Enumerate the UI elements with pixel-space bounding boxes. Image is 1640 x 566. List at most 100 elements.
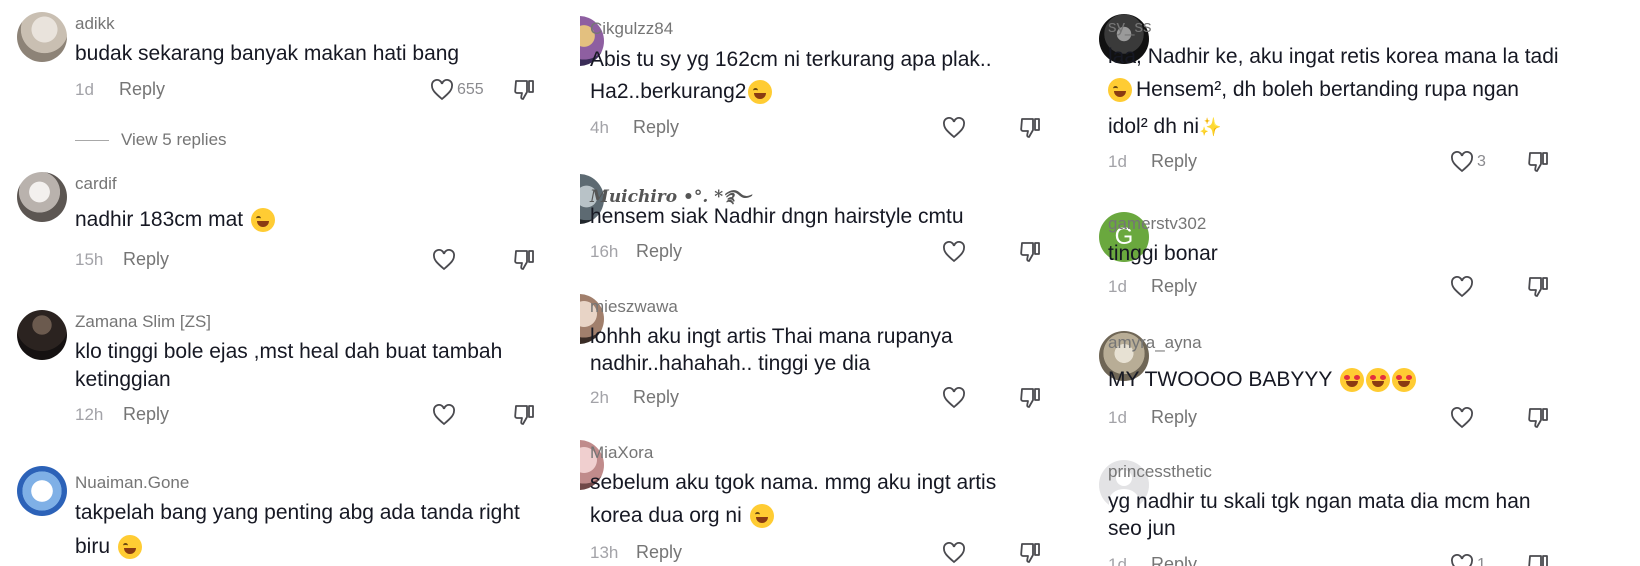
reply-button[interactable]: Reply bbox=[1151, 151, 1197, 172]
dislike-button[interactable] bbox=[1018, 541, 1042, 565]
like-button[interactable] bbox=[432, 403, 456, 427]
dislike-button[interactable] bbox=[1526, 150, 1550, 174]
comments-screenshot: adikk budak sekarang banyak makan hati b… bbox=[0, 0, 1640, 566]
comment-text-line-2: Hensem², dh boleh bertanding rupa ngan bbox=[1108, 78, 1519, 103]
avatar[interactable] bbox=[17, 466, 67, 516]
like-button[interactable] bbox=[1450, 406, 1474, 430]
comment-time: 2h bbox=[590, 388, 609, 407]
face-with-tears-of-joy-icon bbox=[748, 80, 773, 105]
comment-text-line-2: ketinggian bbox=[75, 368, 171, 391]
heart-outline-icon bbox=[433, 404, 455, 426]
comment: Cikgulzz84 Abis tu sy yg 162cm ni terkur… bbox=[580, 16, 1090, 146]
dislike-button[interactable] bbox=[1526, 406, 1550, 430]
comment-username[interactable]: gamerstv302 bbox=[1108, 214, 1206, 234]
comment-time: 1d bbox=[1108, 408, 1127, 427]
reply-button[interactable]: Reply bbox=[636, 241, 682, 262]
reply-button[interactable]: Reply bbox=[119, 79, 165, 100]
comment-text-line-1: lohhh aku ingt artis Thai mana rupanya bbox=[590, 325, 953, 348]
comment-text: tinggi bonar bbox=[1108, 242, 1218, 265]
comment-meta: 1d Reply 3 bbox=[1108, 150, 1548, 174]
comment-username[interactable]: mieszwawa bbox=[590, 297, 678, 317]
comment-meta: 1d Reply 655 bbox=[75, 78, 535, 102]
dislike-button[interactable] bbox=[512, 248, 536, 272]
heart-eyes-emoji-icon bbox=[1365, 368, 1390, 393]
comment-time: 4h bbox=[590, 118, 609, 137]
view-replies-label: View 5 replies bbox=[121, 130, 227, 149]
comment-meta: 13h Reply bbox=[590, 541, 1040, 565]
reply-button[interactable]: Reply bbox=[633, 117, 679, 138]
comment-username[interactable]: amyra_ayna bbox=[1108, 333, 1202, 353]
rolling-on-floor-laughing-icon bbox=[1108, 78, 1132, 103]
comment-text: MY TWOOOO BABYYY bbox=[1108, 368, 1416, 393]
comment-username[interactable]: cardif bbox=[75, 174, 117, 194]
comment-time: 13h bbox=[590, 543, 619, 562]
comment-time: 16h bbox=[590, 242, 619, 261]
reply-button[interactable]: Reply bbox=[123, 249, 169, 270]
comment-meta: 1d Reply 1 bbox=[1108, 553, 1548, 566]
like-button[interactable]: 1 bbox=[1450, 553, 1486, 566]
comment-text-line-1: laa, Nadhir ke, aku ingat retis korea ma… bbox=[1108, 45, 1559, 68]
avatar[interactable] bbox=[17, 172, 67, 222]
dislike-button[interactable] bbox=[1018, 240, 1042, 264]
dislike-button[interactable] bbox=[1018, 116, 1042, 140]
heart-eyes-emoji-icon bbox=[1391, 368, 1416, 393]
dislike-button[interactable] bbox=[512, 78, 536, 102]
comment-text-line-1: sebelum aku tgok nama. mmg aku ingt arti… bbox=[590, 471, 997, 494]
heart-outline-icon bbox=[1451, 151, 1473, 173]
like-button[interactable] bbox=[942, 116, 966, 140]
like-button[interactable]: 655 bbox=[430, 78, 484, 102]
comment: 𝑴𝒖𝒊𝒄𝒉𝒊𝒓𝒐 •°. *࿐ hensem siak Nadhir dngn … bbox=[580, 174, 1090, 274]
thumbs-down-icon bbox=[1020, 242, 1040, 262]
reply-button[interactable]: Reply bbox=[1151, 407, 1197, 428]
comment-username[interactable]: MiaXora bbox=[590, 443, 653, 463]
comment: princessthetic yg nadhir tu skali tgk ng… bbox=[1098, 460, 1640, 566]
view-replies-button[interactable]: View 5 replies bbox=[75, 130, 227, 150]
like-button[interactable]: 3 bbox=[1450, 150, 1486, 174]
like-button[interactable] bbox=[432, 248, 456, 272]
reply-button[interactable]: Reply bbox=[1151, 554, 1197, 566]
avatar[interactable] bbox=[17, 310, 67, 360]
comment-username[interactable]: princessthetic bbox=[1108, 462, 1212, 482]
comment-username[interactable]: sy_ss bbox=[1108, 17, 1151, 37]
face-with-tears-of-joy-icon bbox=[250, 208, 275, 233]
comment-meta: 16h Reply bbox=[590, 240, 1040, 264]
reply-button[interactable]: Reply bbox=[1151, 276, 1197, 297]
face-with-tears-of-joy-icon bbox=[749, 504, 774, 529]
dislike-button[interactable] bbox=[1018, 386, 1042, 410]
comment-username[interactable]: Zamana Slim [ZS] bbox=[75, 312, 211, 332]
comment-text: budak sekarang banyak makan hati bang bbox=[75, 42, 460, 65]
comment-text-line-1: Abis tu sy yg 162cm ni terkurang apa pla… bbox=[590, 48, 992, 71]
like-count: 655 bbox=[457, 81, 484, 98]
comment: MiaXora sebelum aku tgok nama. mmg aku i… bbox=[580, 440, 1090, 566]
comment-time: 1d bbox=[1108, 555, 1127, 566]
comment: Nuaiman.Gone takpelah bang yang penting … bbox=[0, 466, 575, 566]
like-button[interactable] bbox=[942, 541, 966, 565]
comment-username[interactable]: Cikgulzz84 bbox=[590, 19, 673, 39]
thumbs-down-icon bbox=[514, 405, 534, 425]
comment-meta: 4h Reply bbox=[590, 116, 1040, 140]
comments-column-3: sy_ss laa, Nadhir ke, aku ingat retis ko… bbox=[1098, 0, 1640, 566]
heart-outline-icon bbox=[1451, 407, 1473, 429]
thumbs-down-icon bbox=[1528, 408, 1548, 428]
dislike-button[interactable] bbox=[1526, 275, 1550, 299]
thumbs-down-icon bbox=[1528, 277, 1548, 297]
face-with-tears-of-joy-icon bbox=[117, 535, 142, 560]
comment: mieszwawa lohhh aku ingt artis Thai mana… bbox=[580, 294, 1090, 414]
heart-outline-icon bbox=[1451, 554, 1473, 566]
like-button[interactable] bbox=[942, 386, 966, 410]
avatar[interactable] bbox=[17, 12, 67, 62]
comment-username[interactable]: Nuaiman.Gone bbox=[75, 473, 189, 493]
comments-column-2: Cikgulzz84 Abis tu sy yg 162cm ni terkur… bbox=[580, 0, 1090, 566]
dislike-button[interactable] bbox=[512, 403, 536, 427]
comment-text-line-2: seo jun bbox=[1108, 517, 1176, 540]
comment-meta: 15h Reply bbox=[75, 248, 535, 272]
comment-username[interactable]: adikk bbox=[75, 14, 115, 34]
like-button[interactable] bbox=[1450, 275, 1474, 299]
dislike-button[interactable] bbox=[1526, 553, 1550, 566]
reply-button[interactable]: Reply bbox=[633, 387, 679, 408]
reply-button[interactable]: Reply bbox=[123, 404, 169, 425]
like-button[interactable] bbox=[942, 240, 966, 264]
comment-meta: 1d Reply bbox=[1108, 406, 1548, 430]
reply-button[interactable]: Reply bbox=[636, 542, 682, 563]
like-count: 1 bbox=[1477, 556, 1486, 566]
